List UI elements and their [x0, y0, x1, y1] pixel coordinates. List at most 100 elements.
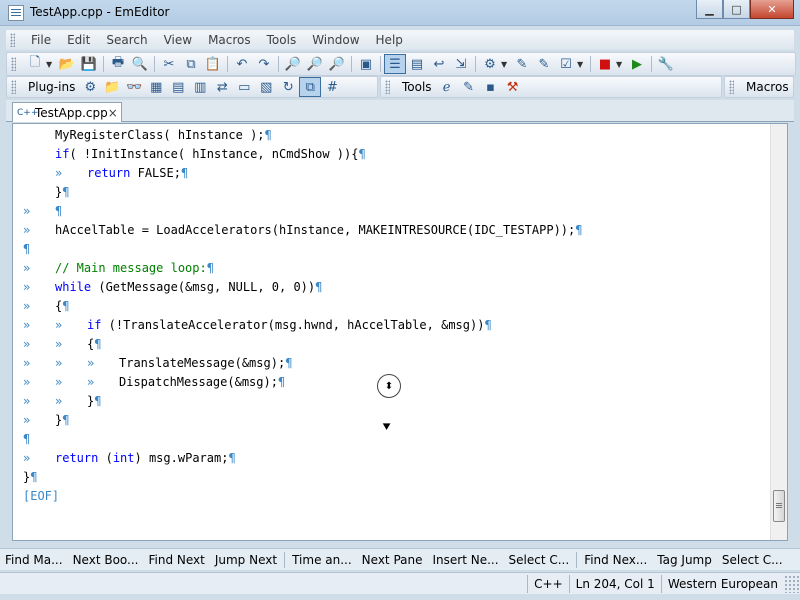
menu-search[interactable]: Search: [98, 33, 155, 47]
code-line[interactable]: » while (GetMessage(&msg, NULL, 0, 0))¶: [23, 278, 583, 297]
code-line[interactable]: MyRegisterClass( hInstance );¶: [23, 126, 583, 145]
fkey-7[interactable]: Insert Ne...: [427, 553, 503, 567]
code-area[interactable]: MyRegisterClass( hInstance );¶ if( !InitI…: [23, 126, 583, 506]
code-line[interactable]: » ¶: [23, 202, 583, 221]
code-line[interactable]: [EOF]: [23, 487, 583, 506]
minimize-button[interactable]: ▁: [696, 0, 723, 19]
code-line[interactable]: » // Main message loop:¶: [23, 259, 583, 278]
vertical-scrollbar[interactable]: [770, 124, 787, 540]
plugin-6-icon[interactable]: ▥: [189, 77, 211, 97]
plugin-9-icon[interactable]: ▧: [255, 77, 277, 97]
fkey-2[interactable]: Next Boo...: [68, 553, 144, 567]
resize-grip[interactable]: [784, 574, 800, 593]
plugin-5-icon[interactable]: ▤: [167, 77, 189, 97]
open-folder-icon[interactable]: 📂: [56, 54, 78, 74]
find-previous-icon[interactable]: 🔎: [326, 54, 348, 74]
code-line[interactable]: ¶: [23, 240, 583, 259]
tab-close-icon[interactable]: ×: [108, 106, 118, 120]
maximize-button[interactable]: □: [723, 0, 750, 19]
text-editor[interactable]: MyRegisterClass( hInstance );¶ if( !InitI…: [12, 123, 788, 541]
print-icon[interactable]: 🖶: [107, 54, 129, 74]
paste-icon[interactable]: 📋: [202, 54, 224, 74]
toolbar-grip[interactable]: [729, 80, 734, 94]
line-numbers-icon[interactable]: ☰: [384, 54, 406, 74]
tool-edit-icon[interactable]: ✎: [458, 77, 480, 97]
code-line[interactable]: »» {¶: [23, 335, 583, 354]
code-line[interactable]: » hAccelTable = LoadAccelerators(hInstanc…: [23, 221, 583, 240]
code-line[interactable]: ¶: [23, 430, 583, 449]
toolbar-grip[interactable]: [11, 57, 16, 71]
print-preview-icon[interactable]: 🔍: [129, 54, 151, 74]
menu-help[interactable]: Help: [368, 33, 411, 47]
status-position[interactable]: Ln 204, Col 1: [568, 574, 661, 593]
toolbar-options-dropdown-icon[interactable]: ▼: [577, 60, 587, 69]
cut-icon[interactable]: ✂: [158, 54, 180, 74]
code-line[interactable]: }¶: [23, 468, 583, 487]
fkey-4[interactable]: Jump Next: [210, 553, 282, 567]
code-line[interactable]: » » » DispatchMessage(&msg);¶: [23, 373, 583, 392]
plugin-4-icon[interactable]: ▦: [145, 77, 167, 97]
menu-view[interactable]: View: [156, 33, 200, 47]
plugin-1-icon[interactable]: ⚙: [79, 77, 101, 97]
plugin-8-icon[interactable]: ▭: [233, 77, 255, 97]
toolbar-grip[interactable]: [385, 80, 390, 94]
toolbar-options-icon[interactable]: ☑: [555, 54, 577, 74]
tab-testapp-cpp[interactable]: C++ TestApp.cpp ×: [12, 102, 122, 122]
properties-icon[interactable]: ✎: [511, 54, 533, 74]
menu-edit[interactable]: Edit: [59, 33, 98, 47]
fkey-6[interactable]: Next Pane: [357, 553, 428, 567]
menu-window[interactable]: Window: [304, 33, 367, 47]
plugin-12-icon[interactable]: #: [321, 77, 343, 97]
fkey-11[interactable]: Select C...: [717, 553, 788, 567]
status-language[interactable]: C++: [527, 574, 569, 593]
fkey-8[interactable]: Select C...: [504, 553, 575, 567]
ruler-icon[interactable]: ▤: [406, 54, 428, 74]
fkey-1[interactable]: Find Ma...: [0, 553, 68, 567]
configuration-dropdown-icon[interactable]: ▼: [501, 60, 511, 69]
find-next-icon[interactable]: 🔎: [304, 54, 326, 74]
plugin-10-icon[interactable]: ↻: [277, 77, 299, 97]
code-line[interactable]: }¶: [23, 183, 583, 202]
plugin-7-icon[interactable]: ⇄: [211, 77, 233, 97]
wrap-icon[interactable]: ↩: [428, 54, 450, 74]
undo-icon[interactable]: ↶: [231, 54, 253, 74]
scrollbar-thumb[interactable]: [773, 490, 785, 522]
code-line[interactable]: if( !InitInstance( hInstance, nCmdShow )…: [23, 145, 583, 164]
plugin-2-icon[interactable]: 📁: [101, 77, 123, 97]
toolbar-grip[interactable]: [11, 80, 16, 94]
copy-icon[interactable]: ⧉: [180, 54, 202, 74]
configuration-icon[interactable]: ⚙: [479, 54, 501, 74]
record-macro-icon[interactable]: ■: [594, 54, 616, 74]
redo-icon[interactable]: ↷: [253, 54, 275, 74]
status-encoding[interactable]: Western European: [660, 574, 784, 593]
save-icon[interactable]: 💾: [78, 54, 100, 74]
fkey-10[interactable]: Tag Jump: [652, 553, 717, 567]
menu-macros[interactable]: Macros: [200, 33, 259, 47]
command-prompt-icon[interactable]: ▪: [480, 77, 502, 97]
window-wrap-icon[interactable]: ⇲: [450, 54, 472, 74]
highlight-icon[interactable]: ▣: [355, 54, 377, 74]
plugin-11-icon[interactable]: ⧉: [299, 77, 322, 97]
record-dropdown-icon[interactable]: ▼: [616, 60, 626, 69]
find-icon[interactable]: 🔎: [282, 54, 304, 74]
all-properties-icon[interactable]: ✎: [533, 54, 555, 74]
plugin-3-icon[interactable]: 👓: [123, 77, 145, 97]
tool-build-icon[interactable]: ⚒: [502, 77, 524, 97]
new-dropdown-icon[interactable]: ▼: [46, 60, 56, 69]
code-line[interactable]: » return FALSE;¶: [23, 164, 583, 183]
fkey-5[interactable]: Time an...: [287, 553, 357, 567]
code-line[interactable]: » {¶: [23, 297, 583, 316]
new-file-icon[interactable]: 🗋: [24, 54, 46, 74]
menu-grip[interactable]: [10, 33, 15, 47]
fkey-3[interactable]: Find Next: [143, 553, 209, 567]
tools-icon[interactable]: 🔧: [655, 54, 677, 74]
code-line[interactable]: »}¶: [23, 411, 583, 430]
code-line[interactable]: » return (int) msg.wParam;¶: [23, 449, 583, 468]
fkey-9[interactable]: Find Nex...: [579, 553, 652, 567]
menu-tools[interactable]: Tools: [259, 33, 305, 47]
run-macro-icon[interactable]: ▶: [626, 54, 648, 74]
internet-explorer-icon[interactable]: ℯ: [436, 77, 458, 97]
code-line[interactable]: »»}¶: [23, 392, 583, 411]
code-line[interactable]: » » » TranslateMessage(&msg);¶: [23, 354, 583, 373]
code-line[interactable]: » » if (!TranslateAccelerator(msg.hwnd, hA…: [23, 316, 583, 335]
